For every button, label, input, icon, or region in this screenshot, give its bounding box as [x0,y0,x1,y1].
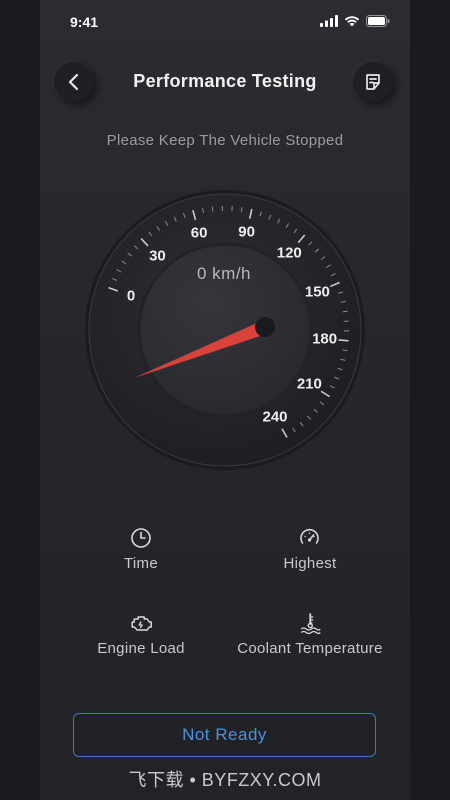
stat-coolant-temperature: Coolant Temperature [237,612,383,657]
stat-coolant-temperature-label: Coolant Temperature [237,640,383,657]
clock-icon [131,528,151,548]
needle-hub [255,317,275,337]
speedometer-icon [300,528,320,544]
status-bar: 9:41 [40,0,410,44]
stat-time-label: Time [124,555,158,572]
stat-highest: Highest [284,527,337,572]
wifi-icon [344,16,360,27]
gauge-label-60: 60 [190,224,208,242]
stat-engine-load-label: Engine Load [97,640,185,657]
notes-button[interactable] [353,62,393,102]
status-icons [320,15,390,27]
app-screen: 9:41 Performance Testing Please Keep The… [40,0,410,800]
gauge-tick [211,206,214,212]
left-background-strip [0,0,40,800]
watermark: 飞下载 • BYFZXY.COM [128,770,322,790]
coolant-temperature-icon [300,613,321,634]
speedometer-gauge: 0 30 60 90 120 150 180 210 240 [84,189,366,471]
gauge-label-0: 0 [126,287,136,305]
signal-icon [320,15,338,27]
gauge-tick [240,207,243,213]
vehicle-stopped-instruction: Please Keep The Vehicle Stopped [106,132,344,149]
note-icon [366,74,380,90]
battery-icon [366,15,390,27]
gauge-label-120: 120 [276,244,302,262]
speed-readout: 0 km/h [196,264,252,283]
gauge-label-180: 180 [312,330,338,348]
stat-highest-label: Highest [283,555,337,572]
engine-icon [131,616,152,631]
gauge-label-30: 30 [149,247,166,265]
status-time: 9:41 [70,14,99,30]
stat-time: Time [124,527,158,572]
gauge-label-150: 150 [304,283,330,301]
right-background-strip [410,0,450,800]
gauge-label-240: 240 [262,408,288,426]
gauge-tick [338,339,349,342]
gauge-label-210: 210 [296,375,322,393]
not-ready-button[interactable]: Not Ready [73,713,376,757]
gauge-label-90: 90 [238,223,255,241]
stat-engine-load: Engine Load [97,612,185,657]
